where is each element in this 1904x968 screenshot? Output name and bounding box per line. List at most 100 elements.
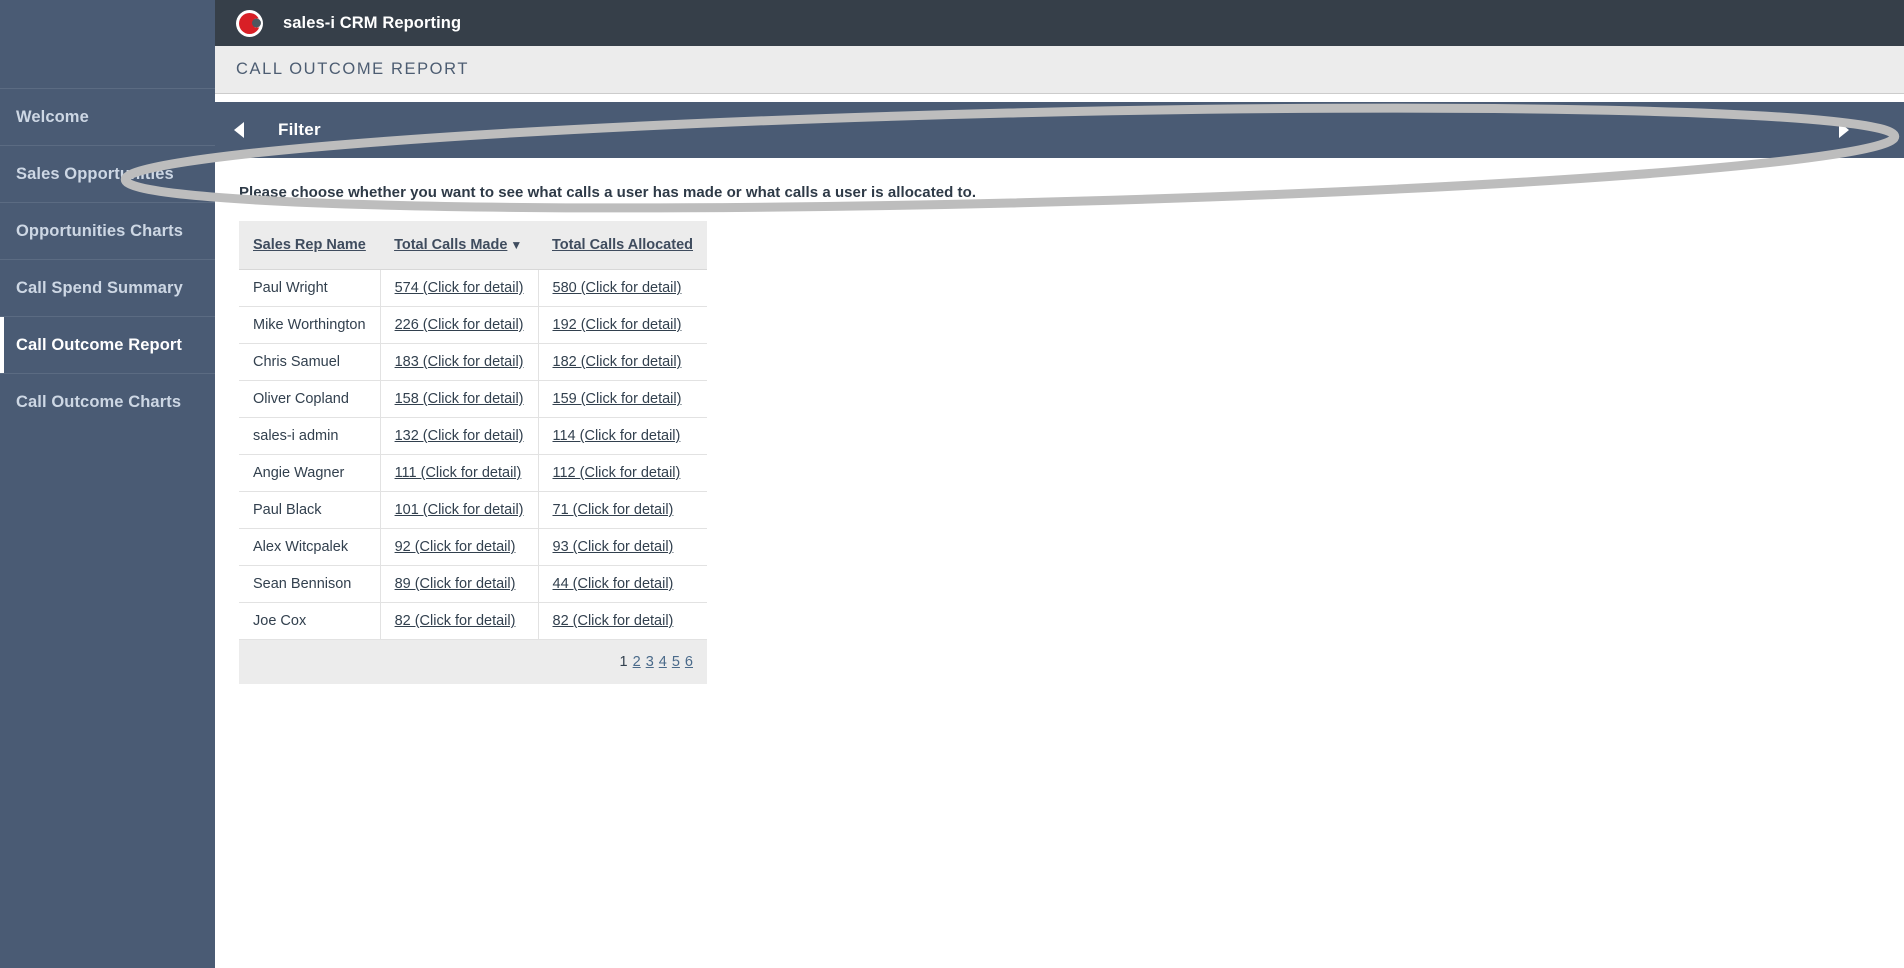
table-row: Paul Black 101 (Click for detail) 71 (Cl… <box>239 491 707 529</box>
cell-total-calls-made: 111 (Click for detail) <box>380 454 539 492</box>
cell-total-calls-allocated: 580 (Click for detail) <box>538 269 707 307</box>
table-row: Joe Cox 82 (Click for detail) 82 (Click … <box>239 602 707 640</box>
cell-total-calls-allocated: 159 (Click for detail) <box>538 380 707 418</box>
pagination-page-2[interactable]: 2 <box>633 654 641 670</box>
pagination-page-6[interactable]: 6 <box>685 654 693 670</box>
triangle-left-icon[interactable] <box>225 102 253 158</box>
brand-title: sales-i CRM Reporting <box>283 13 462 32</box>
cell-total-calls-allocated: 71 (Click for detail) <box>538 491 707 529</box>
page-title-bar: CALL OUTCOME REPORT <box>215 46 1904 94</box>
call-outcome-table: Sales Rep Name Total Calls Made ▼ Total C… <box>239 221 707 684</box>
cell-sales-rep-name: Joe Cox <box>239 602 381 640</box>
cell-total-calls-allocated: 114 (Click for detail) <box>538 417 707 455</box>
cell-sales-rep-name: Paul Wright <box>239 269 381 307</box>
cell-total-calls-allocated: 112 (Click for detail) <box>538 454 707 492</box>
pagination-page-3[interactable]: 3 <box>646 654 654 670</box>
instruction-text: Please choose whether you want to see wh… <box>239 184 977 201</box>
cell-total-calls-made: 89 (Click for detail) <box>380 565 539 603</box>
pagination-cell: 123456 <box>239 639 707 684</box>
calls-allocated-detail-link[interactable]: 114 (Click for detail) <box>553 428 681 444</box>
calls-made-detail-link[interactable]: 183 (Click for detail) <box>395 354 524 370</box>
triangle-right-icon[interactable] <box>1839 102 1849 158</box>
calls-allocated-detail-link[interactable]: 580 (Click for detail) <box>553 280 682 296</box>
table-row: Alex Witcpalek 92 (Click for detail) 93 … <box>239 528 707 566</box>
calls-made-detail-link[interactable]: 226 (Click for detail) <box>395 317 524 333</box>
table-row: Angie Wagner 111 (Click for detail) 112 … <box>239 454 707 492</box>
calls-allocated-detail-link[interactable]: 71 (Click for detail) <box>553 502 674 518</box>
cell-total-calls-allocated: 182 (Click for detail) <box>538 343 707 381</box>
filter-bar[interactable]: Filter <box>215 102 1904 158</box>
calls-allocated-detail-link[interactable]: 192 (Click for detail) <box>553 317 682 333</box>
filter-bottom-strip <box>215 158 1904 172</box>
sidebar-item-call-outcome-report[interactable]: Call Outcome Report <box>0 316 215 373</box>
cell-total-calls-allocated: 82 (Click for detail) <box>538 602 707 640</box>
table-row: Sean Bennison 89 (Click for detail) 44 (… <box>239 565 707 603</box>
sidebar-item-call-spend-summary[interactable]: Call Spend Summary <box>0 259 215 316</box>
column-header-total-calls-made[interactable]: Total Calls Made ▼ <box>380 221 538 270</box>
cell-total-calls-made: 183 (Click for detail) <box>380 343 539 381</box>
table-row: Oliver Copland 158 (Click for detail) 15… <box>239 380 707 418</box>
calls-allocated-detail-link[interactable]: 44 (Click for detail) <box>553 576 674 592</box>
cell-total-calls-allocated: 44 (Click for detail) <box>538 565 707 603</box>
sales-i-logo-icon <box>236 9 263 37</box>
sidebar-item-label: Call Spend Summary <box>16 278 183 297</box>
column-header-total-calls-allocated[interactable]: Total Calls Allocated <box>538 221 707 270</box>
cell-sales-rep-name: sales-i admin <box>239 417 381 455</box>
table-row: Chris Samuel 183 (Click for detail) 182 … <box>239 343 707 381</box>
calls-made-detail-link[interactable]: 574 (Click for detail) <box>395 280 524 296</box>
top-brand-bar: sales-i CRM Reporting <box>215 0 1904 46</box>
app-root: Welcome Sales Opportunities Opportunitie… <box>0 0 1904 968</box>
main-area: sales-i CRM Reporting CALL OUTCOME REPOR… <box>215 0 1904 968</box>
table-foot: 123456 <box>239 639 707 684</box>
sidebar-item-call-outcome-charts[interactable]: Call Outcome Charts <box>0 373 215 430</box>
cell-total-calls-allocated: 192 (Click for detail) <box>538 306 707 344</box>
calls-allocated-detail-link[interactable]: 159 (Click for detail) <box>553 391 682 407</box>
table-body: Paul Wright 574 (Click for detail) 580 (… <box>239 269 707 640</box>
column-header-label: Total Calls Made <box>394 237 508 253</box>
column-header-label: Total Calls Allocated <box>552 237 693 253</box>
pagination-page-5[interactable]: 5 <box>672 654 680 670</box>
table-header-row: Sales Rep Name Total Calls Made ▼ Total C… <box>239 221 707 270</box>
cell-sales-rep-name: Mike Worthington <box>239 306 381 344</box>
sidebar-item-label: Welcome <box>16 107 89 126</box>
column-header-label: Sales Rep Name <box>253 237 366 253</box>
calls-made-detail-link[interactable]: 82 (Click for detail) <box>395 613 516 629</box>
calls-allocated-detail-link[interactable]: 182 (Click for detail) <box>553 354 682 370</box>
calls-allocated-detail-link[interactable]: 82 (Click for detail) <box>553 613 674 629</box>
page-title: CALL OUTCOME REPORT <box>236 60 470 78</box>
pagination: 123456 <box>615 654 693 670</box>
calls-made-detail-link[interactable]: 92 (Click for detail) <box>395 539 516 555</box>
sidebar-item-welcome[interactable]: Welcome <box>0 88 215 145</box>
pagination-page-4[interactable]: 4 <box>659 654 667 670</box>
content-area: Please choose whether you want to see wh… <box>215 172 1904 684</box>
sidebar-item-label: Call Outcome Charts <box>16 392 182 411</box>
pagination-current-page: 1 <box>619 654 628 670</box>
cell-sales-rep-name: Paul Black <box>239 491 381 529</box>
table-row: sales-i admin 132 (Click for detail) 114… <box>239 417 707 455</box>
cell-sales-rep-name: Chris Samuel <box>239 343 381 381</box>
cell-total-calls-made: 92 (Click for detail) <box>380 528 539 566</box>
calls-made-detail-link[interactable]: 101 (Click for detail) <box>395 502 524 518</box>
sidebar-item-sales-opportunities[interactable]: Sales Opportunities <box>0 145 215 202</box>
cell-total-calls-made: 158 (Click for detail) <box>380 380 539 418</box>
cell-total-calls-made: 132 (Click for detail) <box>380 417 539 455</box>
column-header-sales-rep-name[interactable]: Sales Rep Name <box>239 221 381 270</box>
cell-total-calls-made: 101 (Click for detail) <box>380 491 539 529</box>
calls-allocated-detail-link[interactable]: 93 (Click for detail) <box>553 539 674 555</box>
sidebar-item-opportunities-charts[interactable]: Opportunities Charts <box>0 202 215 259</box>
filter-label: Filter <box>278 120 321 139</box>
calls-made-detail-link[interactable]: 132 (Click for detail) <box>395 428 524 444</box>
table-head: Sales Rep Name Total Calls Made ▼ Total C… <box>239 221 707 270</box>
calls-made-detail-link[interactable]: 89 (Click for detail) <box>395 576 516 592</box>
cell-sales-rep-name: Oliver Copland <box>239 380 381 418</box>
sidebar-item-label: Sales Opportunities <box>16 164 174 183</box>
cell-sales-rep-name: Angie Wagner <box>239 454 381 492</box>
calls-made-detail-link[interactable]: 111 (Click for detail) <box>395 465 522 481</box>
cell-total-calls-allocated: 93 (Click for detail) <box>538 528 707 566</box>
sidebar-item-label: Call Outcome Report <box>16 335 183 354</box>
cell-total-calls-made: 574 (Click for detail) <box>380 269 539 307</box>
cell-sales-rep-name: Alex Witcpalek <box>239 528 381 566</box>
calls-made-detail-link[interactable]: 158 (Click for detail) <box>395 391 524 407</box>
cell-sales-rep-name: Sean Bennison <box>239 565 381 603</box>
calls-allocated-detail-link[interactable]: 112 (Click for detail) <box>553 465 681 481</box>
